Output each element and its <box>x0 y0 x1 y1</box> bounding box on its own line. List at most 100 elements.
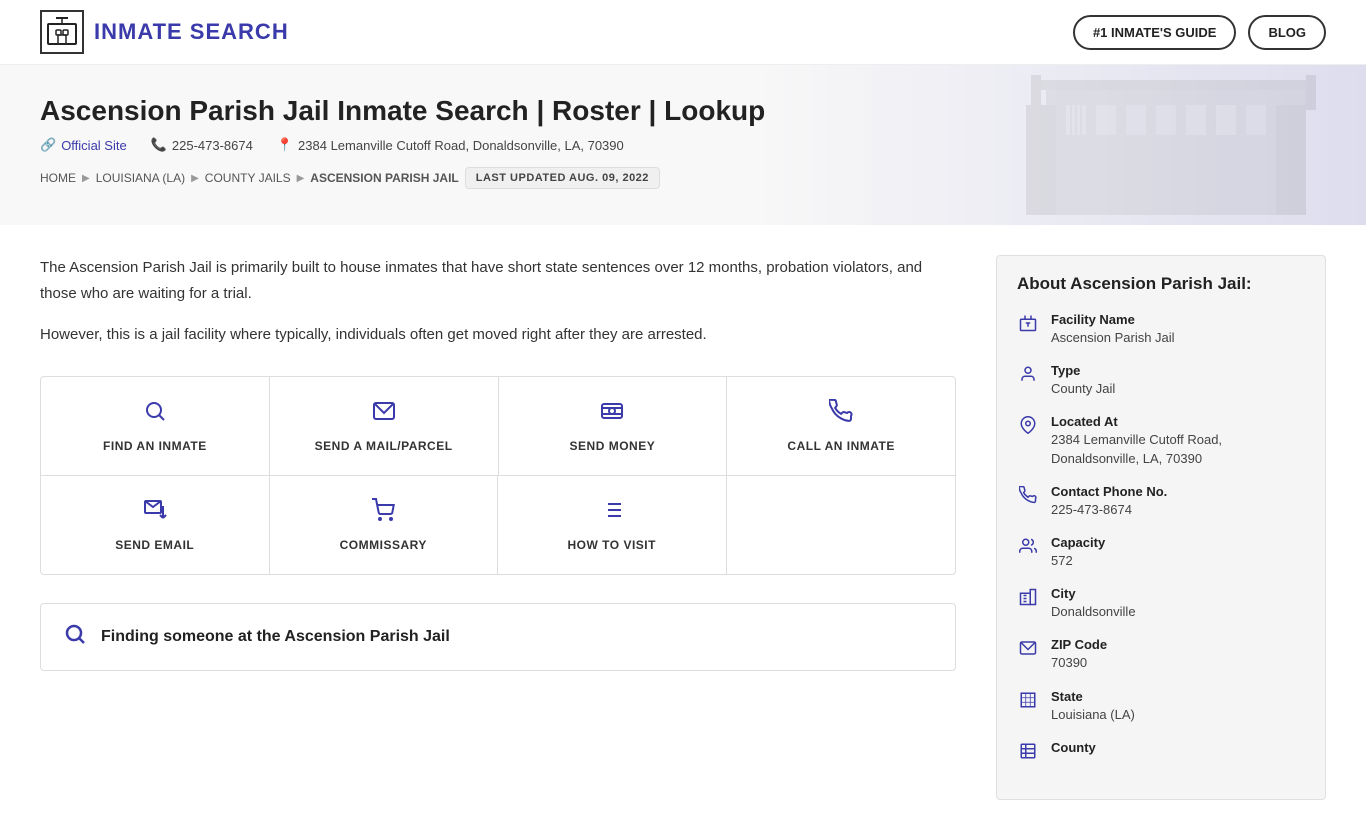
city-label: City <box>1051 586 1136 601</box>
sidebar: About Ascension Parish Jail: Facility Na… <box>996 255 1326 800</box>
located-at-label: Located At <box>1051 414 1305 429</box>
send-mail-cell[interactable]: SEND A MAIL/PARCEL <box>270 377 499 475</box>
capacity-value: 572 <box>1051 552 1105 570</box>
sidebar-county: County <box>1017 740 1305 765</box>
facility-name-value: Ascension Parish Jail <box>1051 329 1175 347</box>
send-email-label: SEND EMAIL <box>115 538 194 552</box>
call-inmate-cell[interactable]: CALL AN INMATE <box>727 377 955 475</box>
located-at-icon <box>1017 416 1039 439</box>
call-inmate-label: CALL AN INMATE <box>787 439 894 453</box>
city-content: City Donaldsonville <box>1051 586 1136 621</box>
finding-search-icon <box>63 622 87 652</box>
breadcrumb-home[interactable]: HOME <box>40 171 76 185</box>
call-inmate-icon <box>829 399 853 429</box>
phone-info: 📞 225-473-8674 <box>151 137 253 153</box>
breadcrumb-county-jails[interactable]: COUNTY JAILS <box>205 171 291 185</box>
state-content: State Louisiana (LA) <box>1051 689 1135 724</box>
county-label: County <box>1051 740 1096 755</box>
capacity-icon <box>1017 537 1039 560</box>
send-email-icon <box>143 498 167 528</box>
header-nav: #1 INMATE'S GUIDE BLOG <box>1073 15 1326 50</box>
breadcrumb-current: ASCENSION PARISH JAIL <box>310 171 458 185</box>
type-value: County Jail <box>1051 380 1115 398</box>
official-site-label: Official Site <box>61 138 127 153</box>
description-p1: The Ascension Parish Jail is primarily b… <box>40 255 956 306</box>
phone-content: Contact Phone No. 225-473-8674 <box>1051 484 1167 519</box>
located-at-content: Located At 2384 Lemanville Cutoff Road, … <box>1051 414 1305 467</box>
phone-value: 225-473-8674 <box>1051 501 1167 519</box>
capacity-label: Capacity <box>1051 535 1105 550</box>
zip-label: ZIP Code <box>1051 637 1107 652</box>
location-icon: 📍 <box>277 137 293 153</box>
logo-icon <box>40 10 84 54</box>
zip-content: ZIP Code 70390 <box>1051 637 1107 672</box>
type-label: Type <box>1051 363 1115 378</box>
state-label: State <box>1051 689 1135 704</box>
how-to-visit-label: HOW TO VISIT <box>568 538 656 552</box>
type-icon <box>1017 365 1039 388</box>
send-email-cell[interactable]: SEND EMAIL <box>41 476 270 574</box>
located-at-value: 2384 Lemanville Cutoff Road, Donaldsonvi… <box>1051 431 1305 467</box>
send-money-cell[interactable]: SEND MONEY <box>499 377 728 475</box>
commissary-icon <box>371 498 395 528</box>
how-to-visit-icon <box>600 498 624 528</box>
county-content: County <box>1051 740 1096 757</box>
address-text: 2384 Lemanville Cutoff Road, Donaldsonvi… <box>298 138 624 153</box>
facility-name-content: Facility Name Ascension Parish Jail <box>1051 312 1175 347</box>
official-site-link[interactable]: 🔗 Official Site <box>40 137 127 153</box>
inmates-guide-button[interactable]: #1 INMATE'S GUIDE <box>1073 15 1236 50</box>
sidebar-zip: ZIP Code 70390 <box>1017 637 1305 672</box>
blog-button[interactable]: BLOG <box>1248 15 1326 50</box>
zip-value: 70390 <box>1051 654 1107 672</box>
hero-section: Ascension Parish Jail Inmate Search | Ro… <box>0 65 1366 225</box>
county-icon <box>1017 742 1039 765</box>
state-icon <box>1017 691 1039 714</box>
find-inmate-icon <box>143 399 167 429</box>
commissary-cell[interactable]: COMMISSARY <box>270 476 499 574</box>
send-mail-icon <box>372 399 396 429</box>
send-money-icon <box>600 399 624 429</box>
commissary-label: COMMISSARY <box>340 538 427 552</box>
send-money-label: SEND MONEY <box>570 439 656 453</box>
breadcrumb-sep-1: ▶ <box>82 173 90 184</box>
breadcrumb-louisiana[interactable]: LOUISIANA (LA) <box>96 171 185 185</box>
logo-link[interactable]: INMATE SEARCH <box>40 10 289 54</box>
sidebar-located-at: Located At 2384 Lemanville Cutoff Road, … <box>1017 414 1305 467</box>
description-block: The Ascension Parish Jail is primarily b… <box>40 255 956 348</box>
action-grid: FIND AN INMATE SEND A MAIL/PARCEL <box>40 376 956 575</box>
type-content: Type County Jail <box>1051 363 1115 398</box>
find-inmate-label: FIND AN INMATE <box>103 439 207 453</box>
about-box: About Ascension Parish Jail: Facility Na… <box>996 255 1326 800</box>
facility-name-icon <box>1017 314 1039 337</box>
header: INMATE SEARCH #1 INMATE'S GUIDE BLOG <box>0 0 1366 65</box>
phone-number: 225-473-8674 <box>172 138 253 153</box>
sidebar-type: Type County Jail <box>1017 363 1305 398</box>
left-column: The Ascension Parish Jail is primarily b… <box>40 255 996 800</box>
state-value: Louisiana (LA) <box>1051 706 1135 724</box>
logo-text: INMATE SEARCH <box>94 19 289 45</box>
description-p2: However, this is a jail facility where t… <box>40 322 956 348</box>
last-updated-badge: LAST UPDATED AUG. 09, 2022 <box>465 167 660 189</box>
sidebar-state: State Louisiana (LA) <box>1017 689 1305 724</box>
facility-name-label: Facility Name <box>1051 312 1175 327</box>
about-title: About Ascension Parish Jail: <box>1017 274 1305 294</box>
breadcrumb-sep-3: ▶ <box>297 173 305 184</box>
hero-background <box>986 65 1366 225</box>
sidebar-facility-name: Facility Name Ascension Parish Jail <box>1017 312 1305 347</box>
how-to-visit-cell[interactable]: HOW TO VISIT <box>498 476 727 574</box>
find-inmate-cell[interactable]: FIND AN INMATE <box>41 377 270 475</box>
zip-icon <box>1017 639 1039 662</box>
action-row-2: SEND EMAIL COMMISSARY <box>41 476 955 574</box>
address-info: 📍 2384 Lemanville Cutoff Road, Donaldson… <box>277 137 624 153</box>
send-mail-label: SEND A MAIL/PARCEL <box>315 439 453 453</box>
phone-icon: 📞 <box>151 137 167 153</box>
phone-label: Contact Phone No. <box>1051 484 1167 499</box>
city-icon <box>1017 588 1039 611</box>
sidebar-capacity: Capacity 572 <box>1017 535 1305 570</box>
finding-box: Finding someone at the Ascension Parish … <box>40 603 956 671</box>
capacity-content: Capacity 572 <box>1051 535 1105 570</box>
sidebar-city: City Donaldsonville <box>1017 586 1305 621</box>
link-icon: 🔗 <box>40 137 56 153</box>
finding-title: Finding someone at the Ascension Parish … <box>101 628 450 646</box>
breadcrumb-sep-2: ▶ <box>191 173 199 184</box>
